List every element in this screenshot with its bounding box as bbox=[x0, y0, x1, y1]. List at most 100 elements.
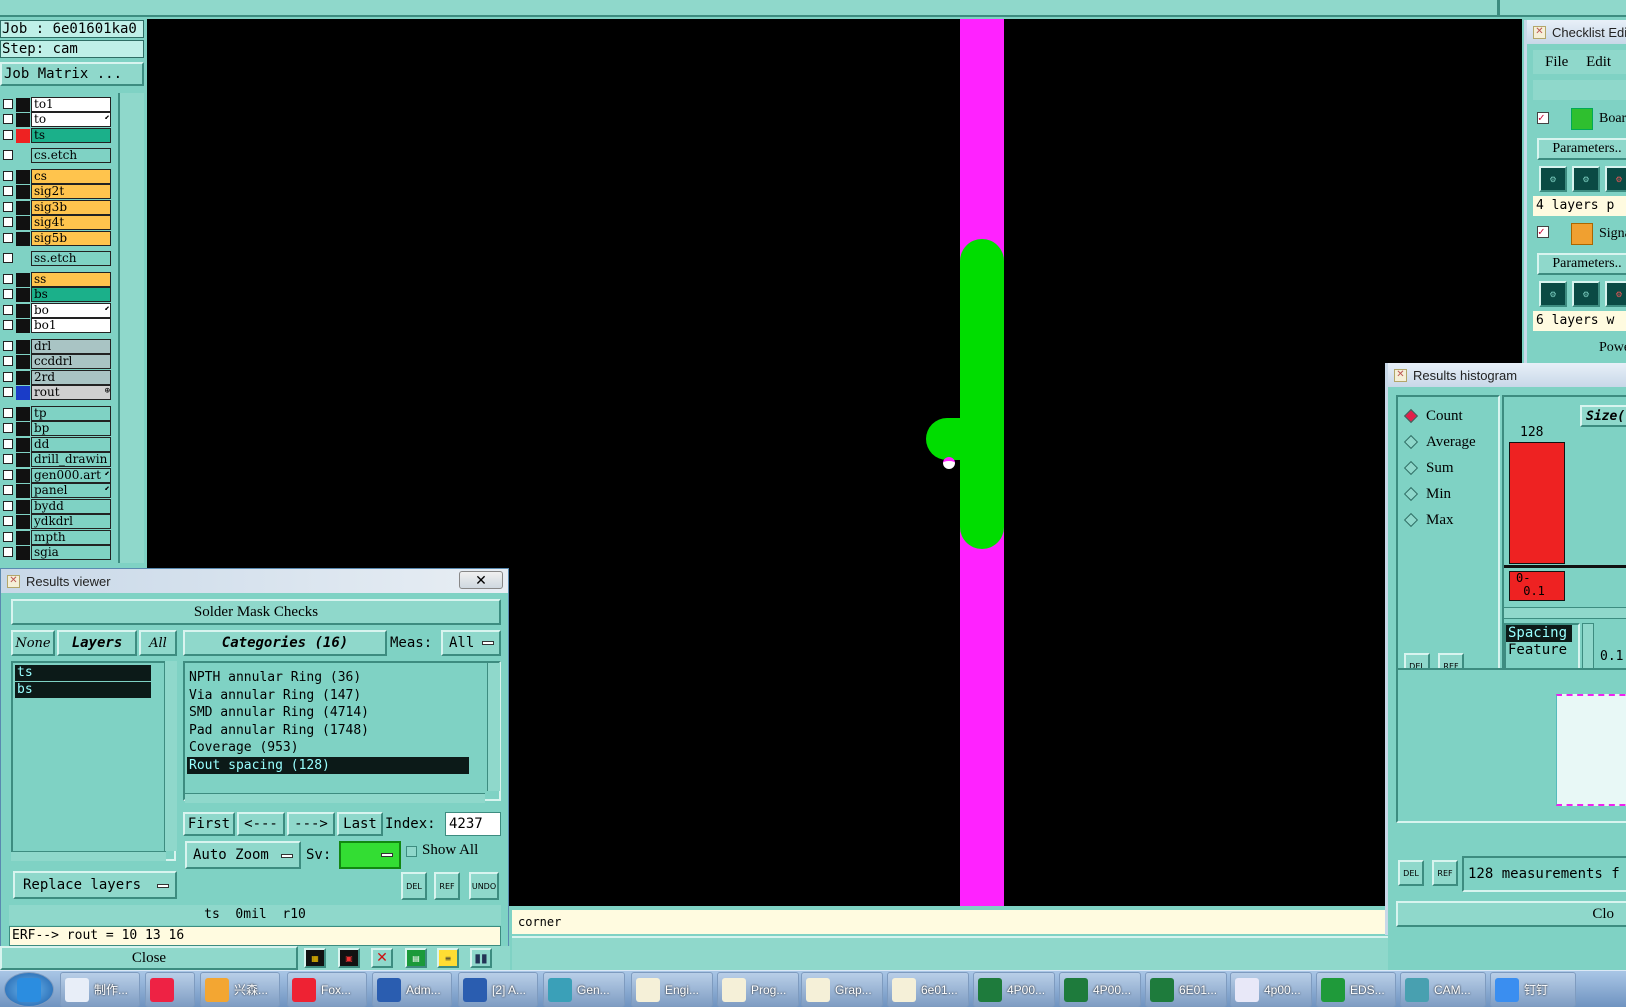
layer-checkbox[interactable] bbox=[3, 532, 13, 542]
layer-row[interactable]: drl bbox=[0, 339, 112, 354]
hist-del-button[interactable]: DEL bbox=[1398, 860, 1424, 886]
histogram-option[interactable]: Max bbox=[1403, 507, 1498, 533]
layer-checkbox[interactable] bbox=[3, 305, 13, 315]
taskbar-button[interactable]: 4p00... bbox=[1230, 972, 1312, 1007]
layer-checkbox[interactable] bbox=[3, 356, 13, 366]
layer-name[interactable]: sgia bbox=[31, 545, 111, 560]
layer-checkbox[interactable] bbox=[3, 99, 13, 109]
size-button[interactable]: Size( bbox=[1580, 405, 1626, 427]
layer-list-scrollbar[interactable] bbox=[118, 93, 144, 563]
layer-row[interactable]: panel ⬋ bbox=[0, 483, 112, 498]
layer-row[interactable]: ss.etch bbox=[0, 251, 112, 266]
layer-row[interactable]: to1 bbox=[0, 97, 112, 112]
layer-row[interactable]: sig5b bbox=[0, 231, 112, 246]
spacing-item[interactable]: Spacing bbox=[1506, 625, 1572, 642]
category-item[interactable]: NPTH annular Ring (36) bbox=[187, 669, 499, 687]
taskbar-button[interactable]: Grap... bbox=[801, 972, 883, 1007]
taskbar-button[interactable]: Adm... bbox=[372, 972, 452, 1007]
job-matrix-button[interactable]: Job Matrix ... bbox=[0, 62, 144, 86]
taskbar-button[interactable]: 钉钉 bbox=[1490, 972, 1576, 1007]
index-input[interactable]: 4237 bbox=[445, 812, 501, 836]
layer-checkbox[interactable] bbox=[3, 439, 13, 449]
layer-name[interactable]: mpth bbox=[31, 530, 111, 545]
layer-name[interactable]: to1 bbox=[31, 97, 111, 112]
menu-file[interactable]: File bbox=[1545, 54, 1568, 70]
cross-icon[interactable]: ✕ bbox=[371, 948, 393, 968]
layer-checkbox[interactable] bbox=[3, 423, 13, 433]
layer-name[interactable]: bp bbox=[31, 421, 111, 436]
close-window-icon[interactable]: ✕ bbox=[459, 571, 503, 589]
taskbar-button[interactable]: 4P00... bbox=[1059, 972, 1141, 1007]
layer-checkbox[interactable] bbox=[3, 186, 13, 196]
layer-list-item[interactable]: ts bbox=[15, 665, 151, 681]
categories-hscroll[interactable] bbox=[185, 793, 485, 803]
layers-button[interactable]: Layers bbox=[57, 630, 137, 656]
layer-row[interactable]: bo ⬋ bbox=[0, 303, 112, 318]
layer-checkbox[interactable] bbox=[3, 114, 13, 124]
layer-row[interactable]: to ⬋ bbox=[0, 112, 112, 127]
checklist-editor-titlebar[interactable]: ✕ Checklist Edit bbox=[1527, 20, 1626, 44]
taskbar-button[interactable]: EDS... bbox=[1316, 972, 1396, 1007]
layer-name[interactable]: cs.etch bbox=[31, 148, 111, 163]
layer-checkbox[interactable] bbox=[3, 454, 13, 464]
layer-checkbox[interactable] bbox=[3, 408, 13, 418]
taskbar-button[interactable] bbox=[4, 972, 54, 1007]
checkbox-item2[interactable]: ✓ bbox=[1537, 226, 1549, 238]
layer-name[interactable]: dd bbox=[31, 437, 111, 452]
layer-row[interactable]: sig2t bbox=[0, 184, 112, 199]
note-icon[interactable]: ≡ bbox=[437, 948, 459, 968]
layer-checkbox[interactable] bbox=[3, 289, 13, 299]
check-name-button[interactable]: Solder Mask Checks bbox=[11, 599, 501, 625]
run-icon-1a[interactable]: ⚙ bbox=[1539, 166, 1567, 192]
taskbar-button[interactable]: Fox... bbox=[287, 972, 367, 1007]
layer-name[interactable]: drill_drawin bbox=[31, 452, 111, 467]
layer-checkbox[interactable] bbox=[3, 130, 13, 140]
layer-name[interactable]: gen000.art bbox=[31, 468, 111, 483]
none-button[interactable]: None bbox=[11, 630, 55, 656]
auto-zoom-select[interactable]: Auto Zoom bbox=[185, 841, 301, 869]
next-button[interactable]: ---> bbox=[287, 812, 335, 836]
category-item[interactable]: Via annular Ring (147) bbox=[187, 687, 499, 705]
radio-icon[interactable] bbox=[1403, 512, 1419, 528]
radio-icon[interactable] bbox=[1403, 486, 1419, 502]
layer-name[interactable]: tp bbox=[31, 406, 111, 421]
taskbar-button[interactable]: CAM... bbox=[1400, 972, 1486, 1007]
layer-checkbox[interactable] bbox=[3, 501, 13, 511]
layer-checkbox[interactable] bbox=[3, 470, 13, 480]
category-item[interactable]: Rout spacing (128) bbox=[187, 756, 469, 774]
layer-row[interactable]: ydkdrl bbox=[0, 514, 112, 529]
taskbar-button[interactable]: 兴森... bbox=[200, 972, 280, 1007]
taskbar-button[interactable]: 6e01... bbox=[887, 972, 969, 1007]
taskbar-button[interactable]: 制作... bbox=[60, 972, 140, 1007]
histogram-bar[interactable] bbox=[1509, 442, 1565, 564]
layer-row[interactable]: bydd bbox=[0, 499, 112, 514]
layer-checkbox[interactable] bbox=[3, 320, 13, 330]
layer-row[interactable]: ss bbox=[0, 272, 112, 287]
first-button[interactable]: First bbox=[183, 812, 235, 836]
last-button[interactable]: Last bbox=[337, 812, 383, 836]
layer-name[interactable]: 2rd bbox=[31, 370, 111, 385]
show-all-checkbox[interactable] bbox=[406, 846, 417, 857]
taskbar-button[interactable]: 6E01... bbox=[1145, 972, 1227, 1007]
green-doc-icon[interactable]: ▤ bbox=[405, 948, 427, 968]
layer-checkbox[interactable] bbox=[3, 387, 13, 397]
run-icon-2a[interactable]: ⚙ bbox=[1539, 281, 1567, 307]
layer-row[interactable]: tp bbox=[0, 406, 112, 421]
layer-row[interactable]: rout ⊕ bbox=[0, 385, 112, 400]
layer-row[interactable]: sig3b bbox=[0, 200, 112, 215]
bar-chart-icon[interactable]: ▮▮ bbox=[470, 948, 492, 968]
layer-row[interactable]: bo1 bbox=[0, 318, 112, 333]
layer-name[interactable]: bs bbox=[31, 287, 111, 302]
taskbar-button[interactable]: Engi... bbox=[631, 972, 713, 1007]
ref-button[interactable]: REF bbox=[434, 872, 460, 900]
prev-button[interactable]: <--- bbox=[237, 812, 285, 836]
histogram-hscroll[interactable] bbox=[1504, 607, 1626, 619]
layer-name[interactable]: ccddrl bbox=[31, 354, 111, 369]
hist-ref-button[interactable]: REF bbox=[1432, 860, 1458, 886]
meas-select[interactable]: All bbox=[441, 630, 501, 656]
layer-name[interactable]: cs bbox=[31, 169, 111, 184]
layer-checkbox[interactable] bbox=[3, 202, 13, 212]
layer-name[interactable]: sig2t bbox=[31, 184, 111, 199]
layer-row[interactable]: dd bbox=[0, 437, 112, 452]
taskbar-button[interactable] bbox=[145, 972, 195, 1007]
